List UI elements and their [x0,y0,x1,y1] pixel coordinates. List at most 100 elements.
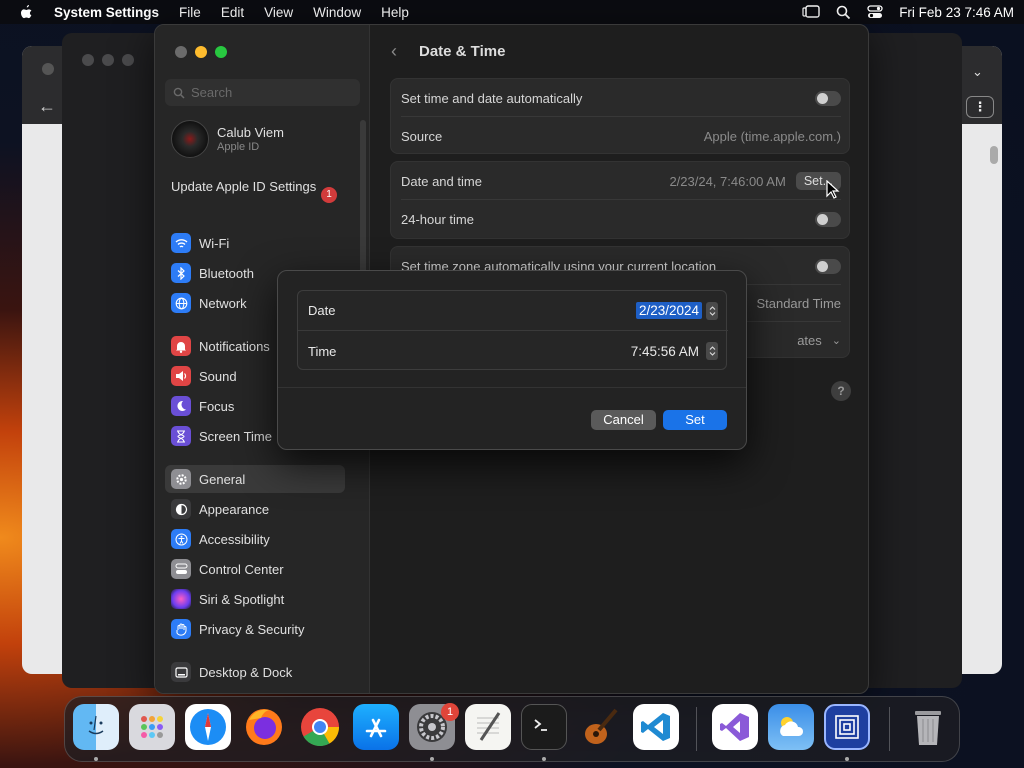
auto-set-toggle[interactable] [815,90,841,106]
dock-running-indicator [542,757,546,761]
control-center-icon[interactable] [867,5,883,19]
dock-visual-studio-icon[interactable] [712,704,758,750]
apple-logo-icon[interactable] [18,4,34,20]
set-button[interactable]: Set [663,410,727,430]
dialog-divider [278,387,746,388]
gear-icon [171,469,191,489]
dock-chrome-icon[interactable] [297,704,343,750]
sidebar-scrollbar[interactable] [360,120,366,295]
sidebar-item-label: Focus [199,398,235,414]
sidebar-item-wifi[interactable]: Wi-Fi [165,229,345,257]
wifi-icon [171,233,191,253]
time-label: Time [308,343,337,359]
time-row: Time 7:45:56 AM [298,331,728,371]
dock-safari-icon[interactable] [185,704,231,750]
dock-trash-icon[interactable] [905,704,951,750]
sidebar-item-desktop-dock[interactable]: Desktop & Dock [165,658,345,686]
dock-terminal-icon[interactable] [521,704,567,750]
dock-running-indicator [94,757,98,761]
dock-settings-badge: 1 [441,703,459,721]
sidebar-item-label: Bluetooth [199,265,254,281]
close-window-button[interactable] [175,46,187,58]
help-button[interactable]: ? [831,381,851,401]
inactive-zoom-dot[interactable] [122,54,134,66]
globe-icon [171,293,191,313]
time-zone-value: Standard Time [756,295,841,311]
control-center-icon [171,559,191,579]
siri-icon [171,589,191,609]
dock-hollow-knight-icon[interactable] [824,704,870,750]
date-stepper-icon[interactable] [706,301,718,320]
back-chevron-icon[interactable]: ‹ [391,41,397,62]
time-field[interactable]: 7:45:56 AM [628,342,718,360]
sidebar-item-label: Wi-Fi [199,235,230,251]
avatar [171,120,209,158]
dock-app-store-icon[interactable] [353,704,399,750]
date-value[interactable]: 2/23/2024 [635,302,702,319]
background-window-close-dot[interactable] [42,63,54,75]
inactive-close-dot[interactable] [82,54,94,66]
dock-finder-icon[interactable] [73,704,119,750]
dock-weather-icon[interactable] [768,704,814,750]
spotlight-search-icon[interactable] [836,5,851,20]
chevron-down-icon[interactable]: ⌄ [972,64,983,80]
auto-set-label: Set time and date automatically [401,90,583,106]
dock-textedit-icon[interactable] [465,704,511,750]
hour24-toggle[interactable] [815,211,841,227]
apple-id-account[interactable]: Calub Viem Apple ID [171,120,284,158]
cancel-button[interactable]: Cancel [591,410,656,430]
sidebar-item-general[interactable]: General [165,465,345,493]
menu-help[interactable]: Help [381,5,409,20]
sidebar-item-label: General [199,471,246,487]
menu-file[interactable]: File [179,5,201,20]
dock-launchpad-icon[interactable] [129,704,175,750]
menu-edit[interactable]: Edit [221,5,244,20]
dock-vscode-icon[interactable] [633,704,679,750]
hour24-label: 24-hour time [401,211,474,227]
menu-window[interactable]: Window [313,5,361,20]
time-value[interactable]: 7:45:56 AM [628,343,702,360]
date-field[interactable]: 2/23/2024 [635,301,718,320]
sidebar-search[interactable] [165,79,360,106]
sidebar-item-appearance[interactable]: Appearance [165,495,345,523]
stage-manager-icon[interactable] [802,5,820,19]
background-window-traffic-lights [82,54,134,66]
dock-separator [696,707,697,751]
source-value[interactable]: Apple (time.apple.com.) [704,129,841,144]
search-icon [173,87,185,99]
hour24-row: 24-hour time [391,200,851,238]
speaker-icon [171,366,191,386]
sidebar-item-siri-spotlight[interactable]: Siri & Spotlight [165,585,345,613]
more-options-icon[interactable]: ⋮ [966,96,994,118]
inactive-minimize-dot[interactable] [102,54,114,66]
date-time-group: Date and time 2/23/24, 7:46:00 AM Set...… [390,161,850,239]
sidebar-item-label: Control Center [199,561,284,577]
scrollbar-thumb[interactable] [990,146,998,164]
dock-separator [889,707,890,751]
sidebar-item-control-center[interactable]: Control Center [165,555,345,583]
sidebar-item-label: Network [199,295,247,311]
search-input[interactable] [191,85,351,100]
moon-icon [171,396,191,416]
mouse-pointer-icon [826,180,840,199]
menu-app-name[interactable]: System Settings [54,5,159,20]
menu-view[interactable]: View [264,5,293,20]
dock-firefox-icon[interactable] [241,704,287,750]
sidebar-item-label: Screen Time [199,428,272,444]
sidebar-item-label: Appearance [199,501,270,517]
sidebar-item-label: Sound [199,368,237,384]
zoom-window-button[interactable] [215,46,227,58]
date-row: Date 2/23/2024 [298,291,728,331]
time-stepper-icon[interactable] [706,342,718,360]
tz-auto-toggle[interactable] [815,258,841,274]
date-time-value: 2/23/24, 7:46:00 AM [669,173,786,189]
source-label: Source [401,128,443,144]
menu-clock[interactable]: Fri Feb 23 7:46 AM [899,5,1014,20]
set-date-time-dialog: Date 2/23/2024 Time 7:45:56 AM Cancel Se… [277,270,747,450]
dock-garageband-icon[interactable] [577,704,623,750]
sidebar-item-privacy-security[interactable]: Privacy & Security [165,615,345,643]
minimize-window-button[interactable] [195,46,207,58]
sidebar-item-accessibility[interactable]: Accessibility [165,525,345,553]
back-arrow-icon[interactable]: ← [38,96,56,117]
bluetooth-icon [171,263,191,283]
